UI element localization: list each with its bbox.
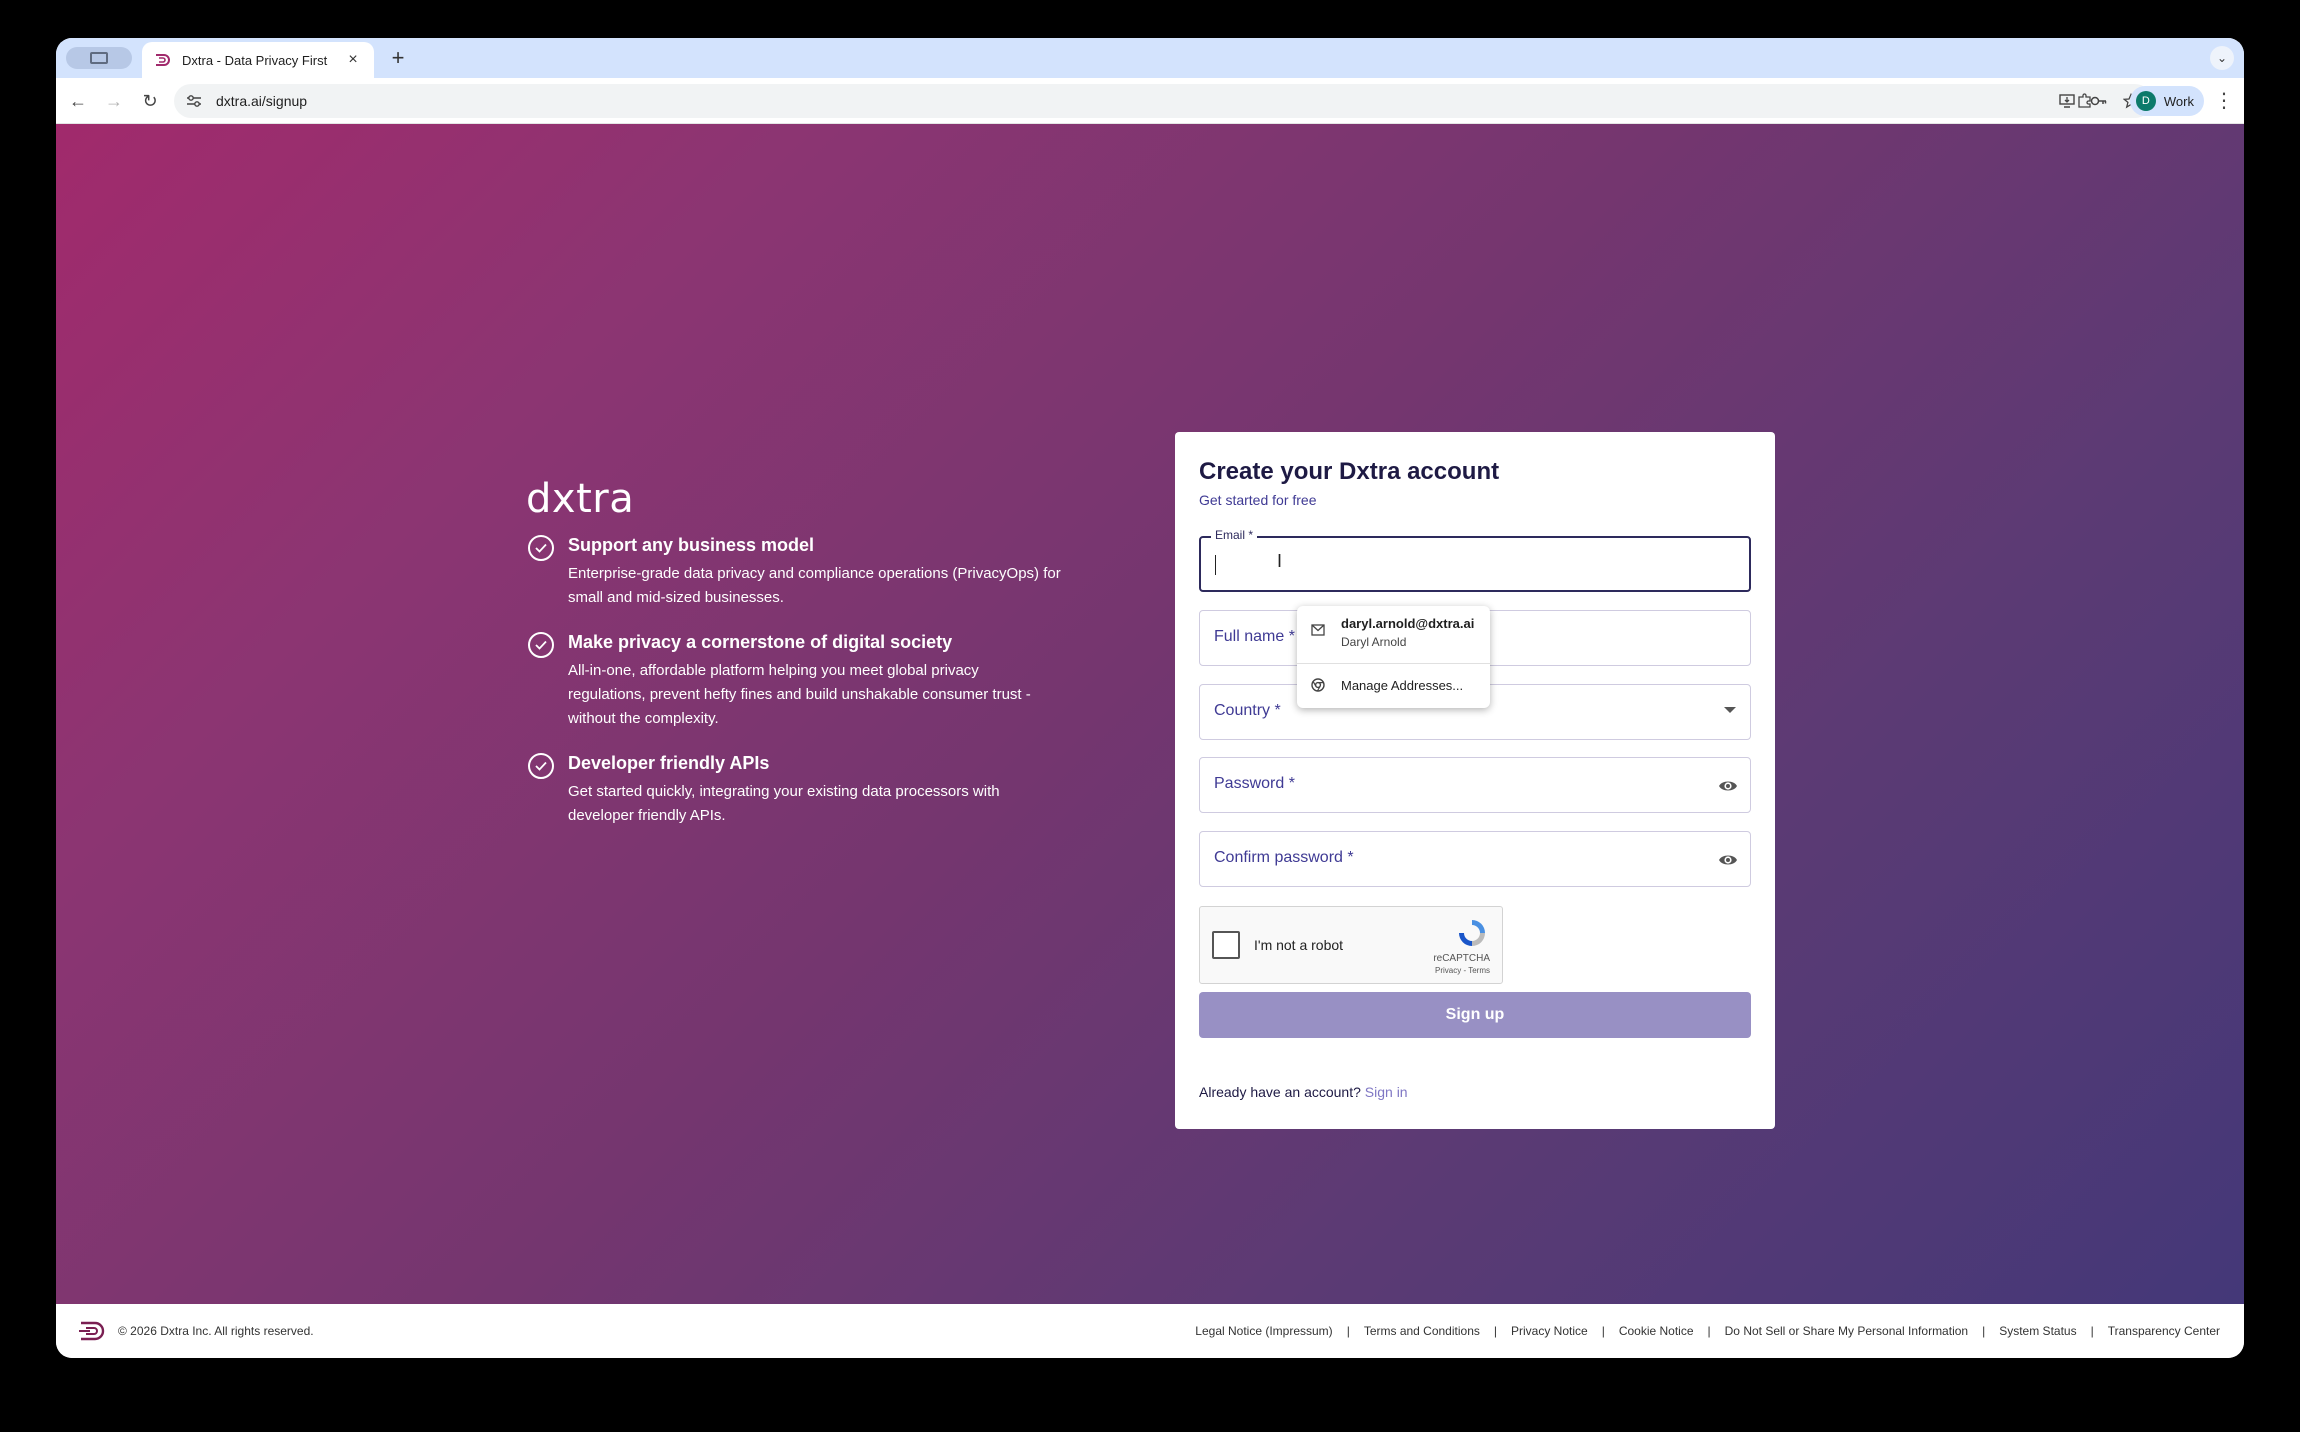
autofill-email: daryl.arnold@dxtra.ai xyxy=(1341,616,1475,631)
check-circle-icon xyxy=(528,632,554,658)
footer-separator: | xyxy=(1982,1324,1986,1338)
tab-close-icon[interactable]: × xyxy=(344,51,362,69)
feature-desc-line: Enterprise-grade data privacy and compli… xyxy=(568,565,1061,582)
show-password-eye-icon[interactable] xyxy=(1718,776,1738,796)
avatar: D xyxy=(2135,91,2156,111)
password-field[interactable]: Password * xyxy=(1199,757,1751,813)
footer-link-status[interactable]: System Status xyxy=(1999,1324,2076,1338)
feature-desc-line: regulations, prevent hefty fines and bui… xyxy=(568,686,1031,703)
dxtra-footer-logo-icon xyxy=(79,1321,105,1341)
confirm-password-label: Confirm password * xyxy=(1214,849,1354,866)
chrome-logo-icon xyxy=(1311,678,1325,692)
feature-list: Support any business model Enterprise-gr… xyxy=(528,535,1148,850)
feature-item: Developer friendly APIs Get started quic… xyxy=(528,753,1148,828)
forward-arrow-icon[interactable]: → xyxy=(102,89,126,113)
confirm-password-field[interactable]: Confirm password * xyxy=(1199,831,1751,887)
feature-item: Make privacy a cornerstone of digital so… xyxy=(528,632,1148,731)
feature-desc: Get started quickly, integrating your ex… xyxy=(568,780,1000,828)
footer-link-cookie[interactable]: Cookie Notice xyxy=(1619,1324,1694,1338)
feature-desc-line: without the complexity. xyxy=(568,710,719,727)
dxtra-logo: dxtra xyxy=(526,476,635,522)
tab-groups-icon xyxy=(90,52,108,64)
signup-card: Create your Dxtra account Get started fo… xyxy=(1175,432,1775,1129)
manage-addresses-item[interactable]: Manage Addresses... xyxy=(1297,664,1490,708)
card-subtitle: Get started for free xyxy=(1199,492,1317,508)
check-circle-icon xyxy=(528,753,554,779)
footer-link-terms[interactable]: Terms and Conditions xyxy=(1364,1324,1480,1338)
footer-link-transparency[interactable]: Transparency Center xyxy=(2108,1324,2220,1338)
tab-title: Dxtra - Data Privacy First xyxy=(182,52,328,68)
feature-desc-line: All-in-one, affordable platform helping … xyxy=(568,662,979,679)
reload-icon[interactable]: ↻ xyxy=(138,89,162,113)
page-footer: © 2026 Dxtra Inc. All rights reserved. L… xyxy=(56,1304,2244,1358)
profile-button[interactable]: D Work xyxy=(2129,86,2204,116)
text-caret xyxy=(1215,555,1216,575)
tab-strip: Dxtra - Data Privacy First × + ⌄ xyxy=(56,38,2244,78)
recaptcha-widget: I'm not a robot reCAPTCHA Privacy - Term… xyxy=(1199,906,1503,984)
country-label: Country * xyxy=(1214,702,1281,719)
card-title: Create your Dxtra account xyxy=(1199,458,1500,485)
signup-page: dxtra Support any business model Enterpr… xyxy=(56,124,2244,1304)
autofill-name: Daryl Arnold xyxy=(1341,635,1407,649)
tab-list-chevron-icon[interactable]: ⌄ xyxy=(2210,46,2234,70)
autofill-suggestion[interactable]: daryl.arnold@dxtra.ai Daryl Arnold xyxy=(1297,606,1490,660)
mail-icon xyxy=(1311,624,1325,636)
browser-menu-icon[interactable]: ⋮ xyxy=(2214,89,2234,113)
feature-item: Support any business model Enterprise-gr… xyxy=(528,535,1148,610)
recaptcha-checkbox[interactable] xyxy=(1212,931,1240,959)
fullname-label: Full name * xyxy=(1214,628,1295,645)
recaptcha-links[interactable]: Privacy - Terms xyxy=(1435,966,1490,975)
feature-desc: Enterprise-grade data privacy and compli… xyxy=(568,562,1061,610)
footer-links: Legal Notice (Impressum) | Terms and Cond… xyxy=(1195,1324,2220,1338)
autofill-popup: daryl.arnold@dxtra.ai Daryl Arnold Manag… xyxy=(1297,606,1490,708)
recaptcha-label: I'm not a robot xyxy=(1254,937,1344,953)
recaptcha-logo-icon xyxy=(1459,920,1485,946)
feature-desc-line: small and mid-sized businesses. xyxy=(568,589,784,606)
feature-desc-line: developer friendly APIs. xyxy=(568,807,726,824)
show-confirm-password-eye-icon[interactable] xyxy=(1718,850,1738,870)
profile-name: Work xyxy=(2163,93,2194,109)
signin-link[interactable]: Sign in xyxy=(1365,1084,1408,1100)
feature-title: Support any business model xyxy=(568,535,815,555)
feature-desc: All-in-one, affordable platform helping … xyxy=(568,659,1031,731)
tab-dxtra[interactable]: Dxtra - Data Privacy First × xyxy=(142,42,374,78)
footer-separator: | xyxy=(1601,1324,1605,1338)
address-bar[interactable]: dxtra.ai/signup xyxy=(174,84,2152,118)
text-cursor-icon: I xyxy=(1277,551,1283,571)
footer-separator: | xyxy=(1346,1324,1350,1338)
footer-separator: | xyxy=(2090,1324,2094,1338)
signin-row: Already have an account? Sign in xyxy=(1199,1084,1408,1100)
check-circle-icon xyxy=(528,535,554,561)
feature-title: Developer friendly APIs xyxy=(568,753,770,773)
email-label: Email * xyxy=(1211,528,1258,542)
dropdown-arrow-icon xyxy=(1724,707,1736,713)
recaptcha-brand: reCAPTCHA xyxy=(1433,953,1490,964)
footer-separator: | xyxy=(1493,1324,1497,1338)
signup-button[interactable]: Sign up xyxy=(1199,992,1751,1038)
manage-addresses-label: Manage Addresses... xyxy=(1341,678,1464,693)
footer-link-legal[interactable]: Legal Notice (Impressum) xyxy=(1195,1324,1332,1338)
footer-separator: | xyxy=(1707,1324,1711,1338)
footer-link-do-not-sell[interactable]: Do Not Sell or Share My Personal Informa… xyxy=(1725,1324,1968,1338)
footer-link-privacy[interactable]: Privacy Notice xyxy=(1511,1324,1588,1338)
email-field[interactable]: Email * I xyxy=(1199,528,1751,592)
copyright-text: © 2026 Dxtra Inc. All rights reserved. xyxy=(118,1324,314,1338)
password-label: Password * xyxy=(1214,775,1295,792)
browser-window: Dxtra - Data Privacy First × + ⌄ ← → ↻ d… xyxy=(56,38,2244,1358)
new-tab-button[interactable]: + xyxy=(386,46,410,70)
browser-toolbar: ← → ↻ dxtra.ai/signup D Work ⋮ xyxy=(56,78,2244,124)
back-arrow-icon[interactable]: ← xyxy=(66,89,90,113)
already-account-text: Already have an account? xyxy=(1199,1084,1361,1100)
site-info-icon[interactable] xyxy=(184,91,204,111)
url-text[interactable]: dxtra.ai/signup xyxy=(216,93,2046,109)
feature-desc-line: Get started quickly, integrating your ex… xyxy=(568,783,1000,800)
feature-title: Make privacy a cornerstone of digital so… xyxy=(568,632,953,652)
tab-groups-button[interactable] xyxy=(66,47,132,69)
dxtra-favicon-icon xyxy=(156,54,170,66)
extensions-puzzle-icon[interactable] xyxy=(2074,90,2096,112)
